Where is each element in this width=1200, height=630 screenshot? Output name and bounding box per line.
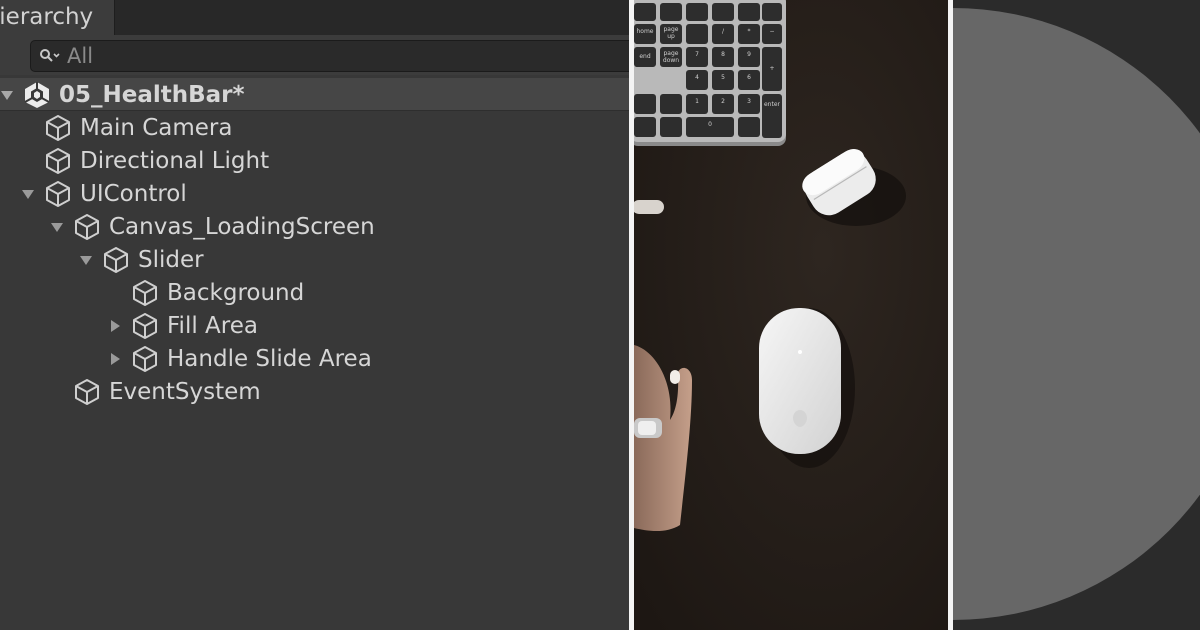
hierarchy-item-label: Directional Light [80,147,270,174]
hierarchy-item-fill-area[interactable]: Fill Area [105,309,258,342]
pen-object [634,200,664,214]
svg-text:down: down [663,57,679,64]
search-box[interactable] [30,40,629,72]
svg-text:page: page [664,50,679,57]
hierarchy-item-label: Background [167,279,305,306]
cube-icon [131,345,159,373]
hierarchy-item-label: Main Camera [80,114,233,141]
search-input[interactable] [67,41,567,71]
svg-text:*: * [748,28,751,35]
hierarchy-item-label: UIControl [80,180,187,207]
search-icon[interactable] [39,47,61,65]
collapse-arrow-icon[interactable] [105,349,125,369]
svg-text:2: 2 [721,98,725,105]
hierarchy-item-label: Handle Slide Area [167,345,372,372]
semicircle-graphic [953,0,1200,630]
magic-mouse [759,308,855,468]
svg-text:home: home [636,28,653,35]
cube-icon [131,279,159,307]
tab-hierarchy[interactable]: Hierarchy [0,0,115,35]
svg-text:6: 6 [747,74,751,81]
svg-text:5: 5 [721,74,725,81]
svg-text:−: − [769,28,774,35]
hierarchy-item-slider[interactable]: Slider [76,243,204,276]
hierarchy-item-main-camera[interactable]: Main Camera [44,111,232,144]
decorative-panel [953,0,1200,630]
search-row [0,35,629,75]
tab-bar: Hierarchy [0,0,629,35]
expand-arrow-icon[interactable] [76,250,96,270]
expand-arrow-icon[interactable] [47,217,67,237]
svg-text:3: 3 [747,98,751,105]
svg-text:page: page [664,26,679,33]
cube-icon [73,378,101,406]
expand-arrow-icon[interactable] [18,184,38,204]
hierarchy-item-background[interactable]: Background [131,276,304,309]
desk-photo: home page up end page down 789 456 123 enter… [634,0,948,630]
collapse-arrow-icon[interactable] [105,316,125,336]
svg-text:1: 1 [695,98,699,105]
hierarchy-item-eventsystem[interactable]: EventSystem [73,375,261,408]
hierarchy-item-uicontrol[interactable]: UIControl [18,177,187,210]
hierarchy-item-label: EventSystem [109,378,261,405]
scene-item[interactable]: 05_HealthBar* [0,78,245,111]
hierarchy-item-canvas-loadingscreen[interactable]: Canvas_LoadingScreen [47,210,375,243]
svg-text:4: 4 [695,74,699,81]
svg-text:0: 0 [708,121,712,128]
cube-icon [44,114,72,142]
cube-icon [102,246,130,274]
cube-icon [44,147,72,175]
hierarchy-item-directional-light[interactable]: Directional Light [44,144,269,177]
svg-text:+: + [769,65,774,72]
expand-arrow-icon[interactable] [0,85,17,105]
keyboard: home pageup end pagedown 789 456 123 enter… [634,0,786,146]
hierarchy-panel: Hierarchy 05_HealthBar* [0,0,629,630]
cube-icon [131,312,159,340]
cube-icon [73,213,101,241]
svg-text:8: 8 [721,51,725,58]
svg-text:up: up [667,33,675,40]
unity-scene-icon [23,81,51,109]
hierarchy-item-label: Fill Area [167,312,258,339]
cube-icon [44,180,72,208]
hierarchy-item-handle-slide-area[interactable]: Handle Slide Area [105,342,372,375]
hierarchy-item-label: Canvas_LoadingScreen [109,213,375,240]
svg-text:enter: enter [764,101,781,108]
svg-text:9: 9 [747,51,751,58]
hierarchy-item-label: Slider [138,246,204,273]
scene-label: 05_HealthBar* [59,81,245,108]
svg-text:end: end [639,53,650,60]
svg-text:7: 7 [695,51,699,58]
desk-photo-illustration: home pageup end pagedown 789 456 123 enter… [634,0,948,630]
